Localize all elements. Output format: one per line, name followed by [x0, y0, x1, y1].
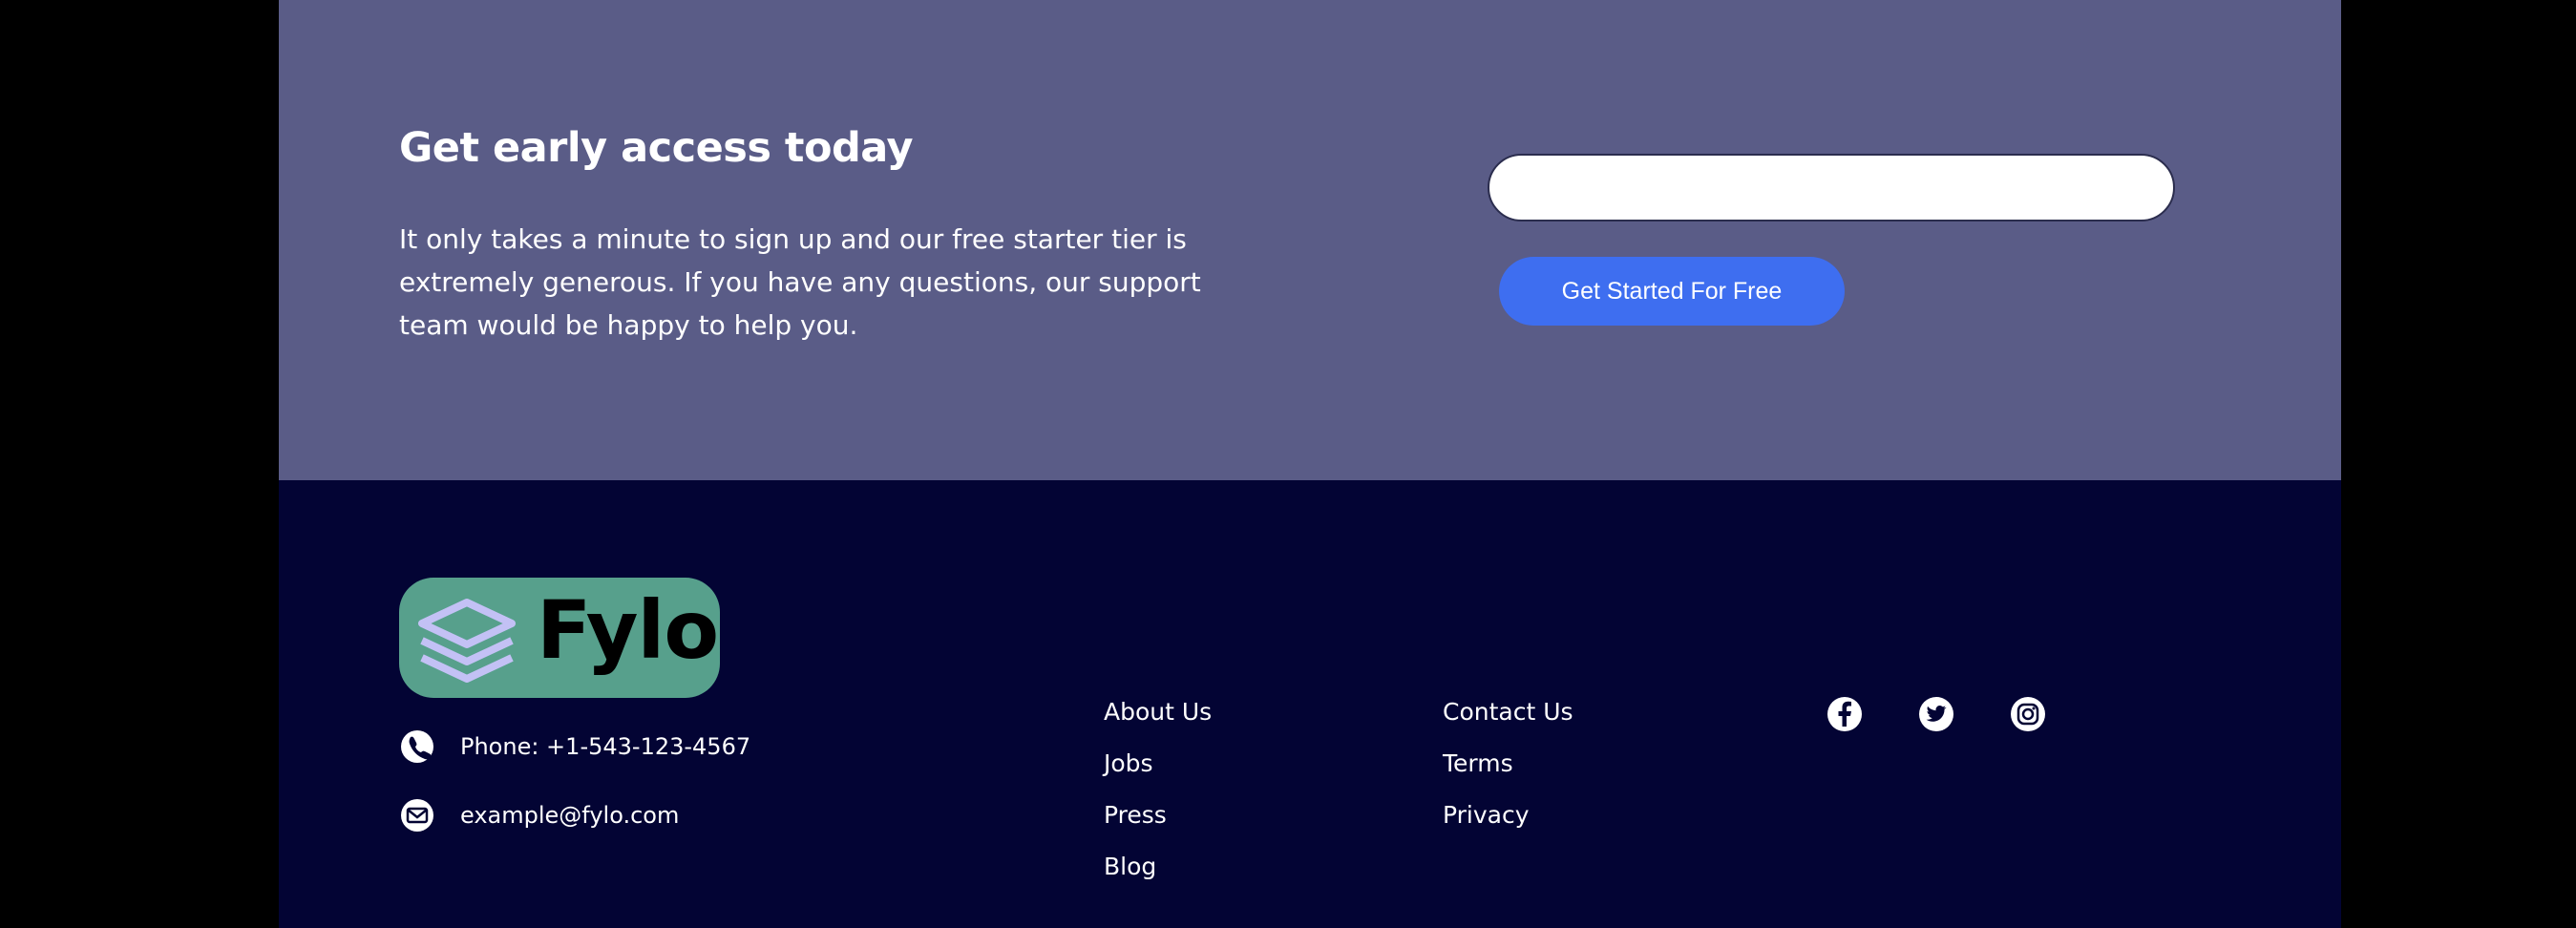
phone-icon: [399, 728, 435, 765]
footer-link-item: Terms: [1443, 749, 1573, 801]
early-access-description: It only takes a minute to sign up and ou…: [399, 223, 1201, 341]
email-text[interactable]: example@fylo.com: [460, 802, 679, 829]
page: Get early access today It only takes a m…: [279, 0, 2341, 928]
footer-links-support: Contact Us Terms Privacy: [1443, 698, 1573, 853]
early-access-title: Get early access today: [399, 124, 914, 172]
phone-row: Phone: +1-543-123-4567: [399, 728, 750, 765]
fylo-logo[interactable]: Fylo: [399, 578, 720, 698]
twitter-icon[interactable]: [1917, 695, 1955, 733]
link-blog[interactable]: Blog: [1104, 853, 1156, 880]
footer-link-item: Press: [1104, 801, 1212, 853]
layers-icon: [418, 599, 516, 683]
instagram-icon[interactable]: [2009, 695, 2047, 733]
link-press[interactable]: Press: [1104, 801, 1167, 829]
phone-text: Phone: +1-543-123-4567: [460, 733, 751, 760]
link-contact-us[interactable]: Contact Us: [1443, 698, 1573, 726]
facebook-icon[interactable]: [1826, 695, 1864, 733]
email-row: example@fylo.com: [399, 797, 679, 833]
link-about-us[interactable]: About Us: [1104, 698, 1212, 726]
footer-link-item: About Us: [1104, 698, 1212, 749]
early-access-section: Get early access today It only takes a m…: [279, 0, 2341, 480]
email-input[interactable]: [1488, 154, 2175, 221]
footer: Fylo Phone: +1-543-123-4567 example@fylo…: [279, 480, 2341, 928]
get-started-button[interactable]: Get Started For Free: [1499, 257, 1845, 326]
footer-link-item: Contact Us: [1443, 698, 1573, 749]
link-jobs[interactable]: Jobs: [1104, 749, 1153, 777]
footer-link-item: Jobs: [1104, 749, 1212, 801]
footer-links-company: About Us Jobs Press Blog: [1104, 698, 1212, 904]
logo-text: Fylo: [537, 583, 719, 677]
social-links: [1826, 695, 2101, 733]
footer-link-item: Privacy: [1443, 801, 1573, 853]
mail-icon: [399, 797, 435, 833]
link-privacy[interactable]: Privacy: [1443, 801, 1530, 829]
footer-link-item: Blog: [1104, 853, 1212, 904]
link-terms[interactable]: Terms: [1443, 749, 1513, 777]
